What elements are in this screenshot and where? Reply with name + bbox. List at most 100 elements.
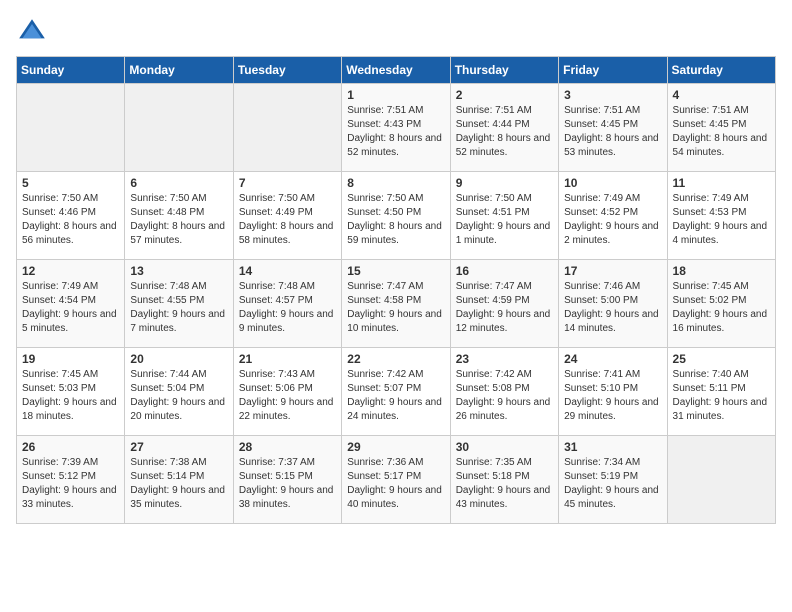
week-row-1: 1 Sunrise: 7:51 AM Sunset: 4:43 PM Daylig…	[17, 84, 776, 172]
weekday-saturday: Saturday	[667, 57, 775, 84]
calendar-cell: 11 Sunrise: 7:49 AM Sunset: 4:53 PM Dayli…	[667, 172, 775, 260]
day-info: Sunrise: 7:50 AM Sunset: 4:51 PM Dayligh…	[456, 192, 553, 248]
day-info: Sunrise: 7:50 AM Sunset: 4:50 PM Dayligh…	[347, 192, 444, 248]
day-number: 29	[347, 440, 444, 454]
day-info: Sunrise: 7:40 AM Sunset: 5:11 PM Dayligh…	[673, 368, 770, 424]
day-number: 17	[564, 264, 661, 278]
day-info: Sunrise: 7:50 AM Sunset: 4:46 PM Dayligh…	[22, 192, 119, 248]
day-info: Sunrise: 7:48 AM Sunset: 4:55 PM Dayligh…	[130, 280, 227, 336]
weekday-friday: Friday	[559, 57, 667, 84]
day-number: 2	[456, 88, 553, 102]
week-row-4: 19Sunrise: 7:45 AM Sunset: 5:03 PM Dayli…	[17, 348, 776, 436]
day-number: 5	[22, 176, 119, 190]
calendar-cell: 29 Sunrise: 7:36 AM Sunset: 5:17 PM Dayli…	[342, 436, 450, 524]
day-info: Sunrise: 7:36 AM Sunset: 5:17 PM Dayligh…	[347, 456, 444, 512]
day-number: 25	[673, 352, 770, 366]
day-info: Sunrise: 7:41 AM Sunset: 5:10 PM Dayligh…	[564, 368, 661, 424]
day-info: Sunrise: 7:37 AM Sunset: 5:15 PM Dayligh…	[239, 456, 336, 512]
calendar-cell: 1 Sunrise: 7:51 AM Sunset: 4:43 PM Daylig…	[342, 84, 450, 172]
calendar-cell: 5 Sunrise: 7:50 AM Sunset: 4:46 PM Daylig…	[17, 172, 125, 260]
day-number: 16	[456, 264, 553, 278]
day-info: Sunrise: 7:51 AM Sunset: 4:45 PM Dayligh…	[564, 104, 661, 160]
day-number: 1	[347, 88, 444, 102]
day-info: Sunrise: 7:45 AM Sunset: 5:02 PM Dayligh…	[673, 280, 770, 336]
calendar-cell: 10 Sunrise: 7:49 AM Sunset: 4:52 PM Dayli…	[559, 172, 667, 260]
calendar-cell	[125, 84, 233, 172]
week-row-3: 12 Sunrise: 7:49 AM Sunset: 4:54 PM Dayli…	[17, 260, 776, 348]
week-row-2: 5 Sunrise: 7:50 AM Sunset: 4:46 PM Daylig…	[17, 172, 776, 260]
logo-icon	[16, 16, 48, 48]
calendar-body: 1 Sunrise: 7:51 AM Sunset: 4:43 PM Daylig…	[17, 84, 776, 524]
calendar-table: SundayMondayTuesdayWednesdayThursdayFrid…	[16, 56, 776, 524]
calendar-cell: 2 Sunrise: 7:51 AM Sunset: 4:44 PM Daylig…	[450, 84, 558, 172]
day-number: 13	[130, 264, 227, 278]
calendar-cell: 31Sunrise: 7:34 AM Sunset: 5:19 PM Dayli…	[559, 436, 667, 524]
calendar-cell: 8 Sunrise: 7:50 AM Sunset: 4:50 PM Daylig…	[342, 172, 450, 260]
day-info: Sunrise: 7:49 AM Sunset: 4:53 PM Dayligh…	[673, 192, 770, 248]
day-number: 22	[347, 352, 444, 366]
day-info: Sunrise: 7:46 AM Sunset: 5:00 PM Dayligh…	[564, 280, 661, 336]
calendar-cell: 24 Sunrise: 7:41 AM Sunset: 5:10 PM Dayli…	[559, 348, 667, 436]
day-number: 30	[456, 440, 553, 454]
weekday-monday: Monday	[125, 57, 233, 84]
day-number: 31	[564, 440, 661, 454]
day-number: 9	[456, 176, 553, 190]
calendar-header: SundayMondayTuesdayWednesdayThursdayFrid…	[17, 57, 776, 84]
weekday-row: SundayMondayTuesdayWednesdayThursdayFrid…	[17, 57, 776, 84]
logo	[16, 16, 52, 48]
calendar-cell: 18 Sunrise: 7:45 AM Sunset: 5:02 PM Dayli…	[667, 260, 775, 348]
day-info: Sunrise: 7:47 AM Sunset: 4:59 PM Dayligh…	[456, 280, 553, 336]
day-number: 11	[673, 176, 770, 190]
calendar-cell	[667, 436, 775, 524]
day-info: Sunrise: 7:39 AM Sunset: 5:12 PM Dayligh…	[22, 456, 119, 512]
day-info: Sunrise: 7:44 AM Sunset: 5:04 PM Dayligh…	[130, 368, 227, 424]
calendar-cell: 7 Sunrise: 7:50 AM Sunset: 4:49 PM Daylig…	[233, 172, 341, 260]
day-number: 3	[564, 88, 661, 102]
calendar-cell: 3 Sunrise: 7:51 AM Sunset: 4:45 PM Daylig…	[559, 84, 667, 172]
weekday-tuesday: Tuesday	[233, 57, 341, 84]
day-info: Sunrise: 7:42 AM Sunset: 5:08 PM Dayligh…	[456, 368, 553, 424]
day-info: Sunrise: 7:43 AM Sunset: 5:06 PM Dayligh…	[239, 368, 336, 424]
day-number: 12	[22, 264, 119, 278]
day-info: Sunrise: 7:50 AM Sunset: 4:48 PM Dayligh…	[130, 192, 227, 248]
calendar-cell: 4Sunrise: 7:51 AM Sunset: 4:45 PM Daylig…	[667, 84, 775, 172]
calendar-cell: 15Sunrise: 7:47 AM Sunset: 4:58 PM Dayli…	[342, 260, 450, 348]
day-number: 27	[130, 440, 227, 454]
day-info: Sunrise: 7:51 AM Sunset: 4:43 PM Dayligh…	[347, 104, 444, 160]
day-info: Sunrise: 7:42 AM Sunset: 5:07 PM Dayligh…	[347, 368, 444, 424]
calendar-cell: 14 Sunrise: 7:48 AM Sunset: 4:57 PM Dayli…	[233, 260, 341, 348]
day-info: Sunrise: 7:38 AM Sunset: 5:14 PM Dayligh…	[130, 456, 227, 512]
day-info: Sunrise: 7:51 AM Sunset: 4:44 PM Dayligh…	[456, 104, 553, 160]
day-info: Sunrise: 7:35 AM Sunset: 5:18 PM Dayligh…	[456, 456, 553, 512]
calendar-cell: 16 Sunrise: 7:47 AM Sunset: 4:59 PM Dayli…	[450, 260, 558, 348]
calendar-cell: 20Sunrise: 7:44 AM Sunset: 5:04 PM Dayli…	[125, 348, 233, 436]
day-number: 7	[239, 176, 336, 190]
day-number: 24	[564, 352, 661, 366]
day-number: 18	[673, 264, 770, 278]
day-info: Sunrise: 7:49 AM Sunset: 4:52 PM Dayligh…	[564, 192, 661, 248]
calendar-cell: 19Sunrise: 7:45 AM Sunset: 5:03 PM Dayli…	[17, 348, 125, 436]
calendar-cell: 27 Sunrise: 7:38 AM Sunset: 5:14 PM Dayli…	[125, 436, 233, 524]
day-number: 23	[456, 352, 553, 366]
calendar-cell: 22 Sunrise: 7:42 AM Sunset: 5:07 PM Dayli…	[342, 348, 450, 436]
day-number: 6	[130, 176, 227, 190]
calendar-cell: 6 Sunrise: 7:50 AM Sunset: 4:48 PM Daylig…	[125, 172, 233, 260]
calendar-cell	[233, 84, 341, 172]
weekday-sunday: Sunday	[17, 57, 125, 84]
day-number: 19	[22, 352, 119, 366]
calendar-cell	[17, 84, 125, 172]
day-info: Sunrise: 7:48 AM Sunset: 4:57 PM Dayligh…	[239, 280, 336, 336]
day-info: Sunrise: 7:50 AM Sunset: 4:49 PM Dayligh…	[239, 192, 336, 248]
day-number: 14	[239, 264, 336, 278]
weekday-thursday: Thursday	[450, 57, 558, 84]
calendar-cell: 30 Sunrise: 7:35 AM Sunset: 5:18 PM Dayli…	[450, 436, 558, 524]
day-number: 21	[239, 352, 336, 366]
day-number: 8	[347, 176, 444, 190]
day-number: 26	[22, 440, 119, 454]
calendar-cell: 9 Sunrise: 7:50 AM Sunset: 4:51 PM Daylig…	[450, 172, 558, 260]
day-number: 10	[564, 176, 661, 190]
calendar-cell: 17 Sunrise: 7:46 AM Sunset: 5:00 PM Dayli…	[559, 260, 667, 348]
day-info: Sunrise: 7:47 AM Sunset: 4:58 PM Dayligh…	[347, 280, 444, 336]
day-info: Sunrise: 7:49 AM Sunset: 4:54 PM Dayligh…	[22, 280, 119, 336]
calendar-cell: 12 Sunrise: 7:49 AM Sunset: 4:54 PM Dayli…	[17, 260, 125, 348]
